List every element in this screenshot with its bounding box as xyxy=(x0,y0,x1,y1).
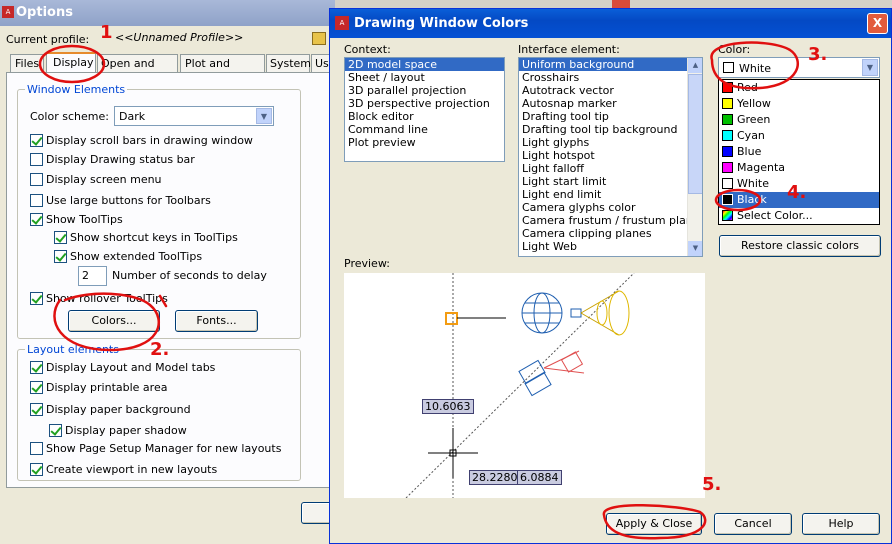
annotation-layer: 1 2. 3. 4. 5. xyxy=(38,22,827,540)
annotation-4: 4. xyxy=(787,182,806,203)
annotation-3: 3. xyxy=(808,44,827,65)
annotation-circle-black xyxy=(714,188,762,212)
annotation-2: 2. xyxy=(150,339,169,360)
annotation-circle-colors xyxy=(53,292,160,352)
annotation-1: 1 xyxy=(100,22,113,43)
annotation-circle-display-tab xyxy=(38,44,106,84)
annotation-circle-color-select xyxy=(710,41,799,90)
annotation-circle-apply xyxy=(602,504,707,540)
annotation-5: 5. xyxy=(702,474,721,495)
